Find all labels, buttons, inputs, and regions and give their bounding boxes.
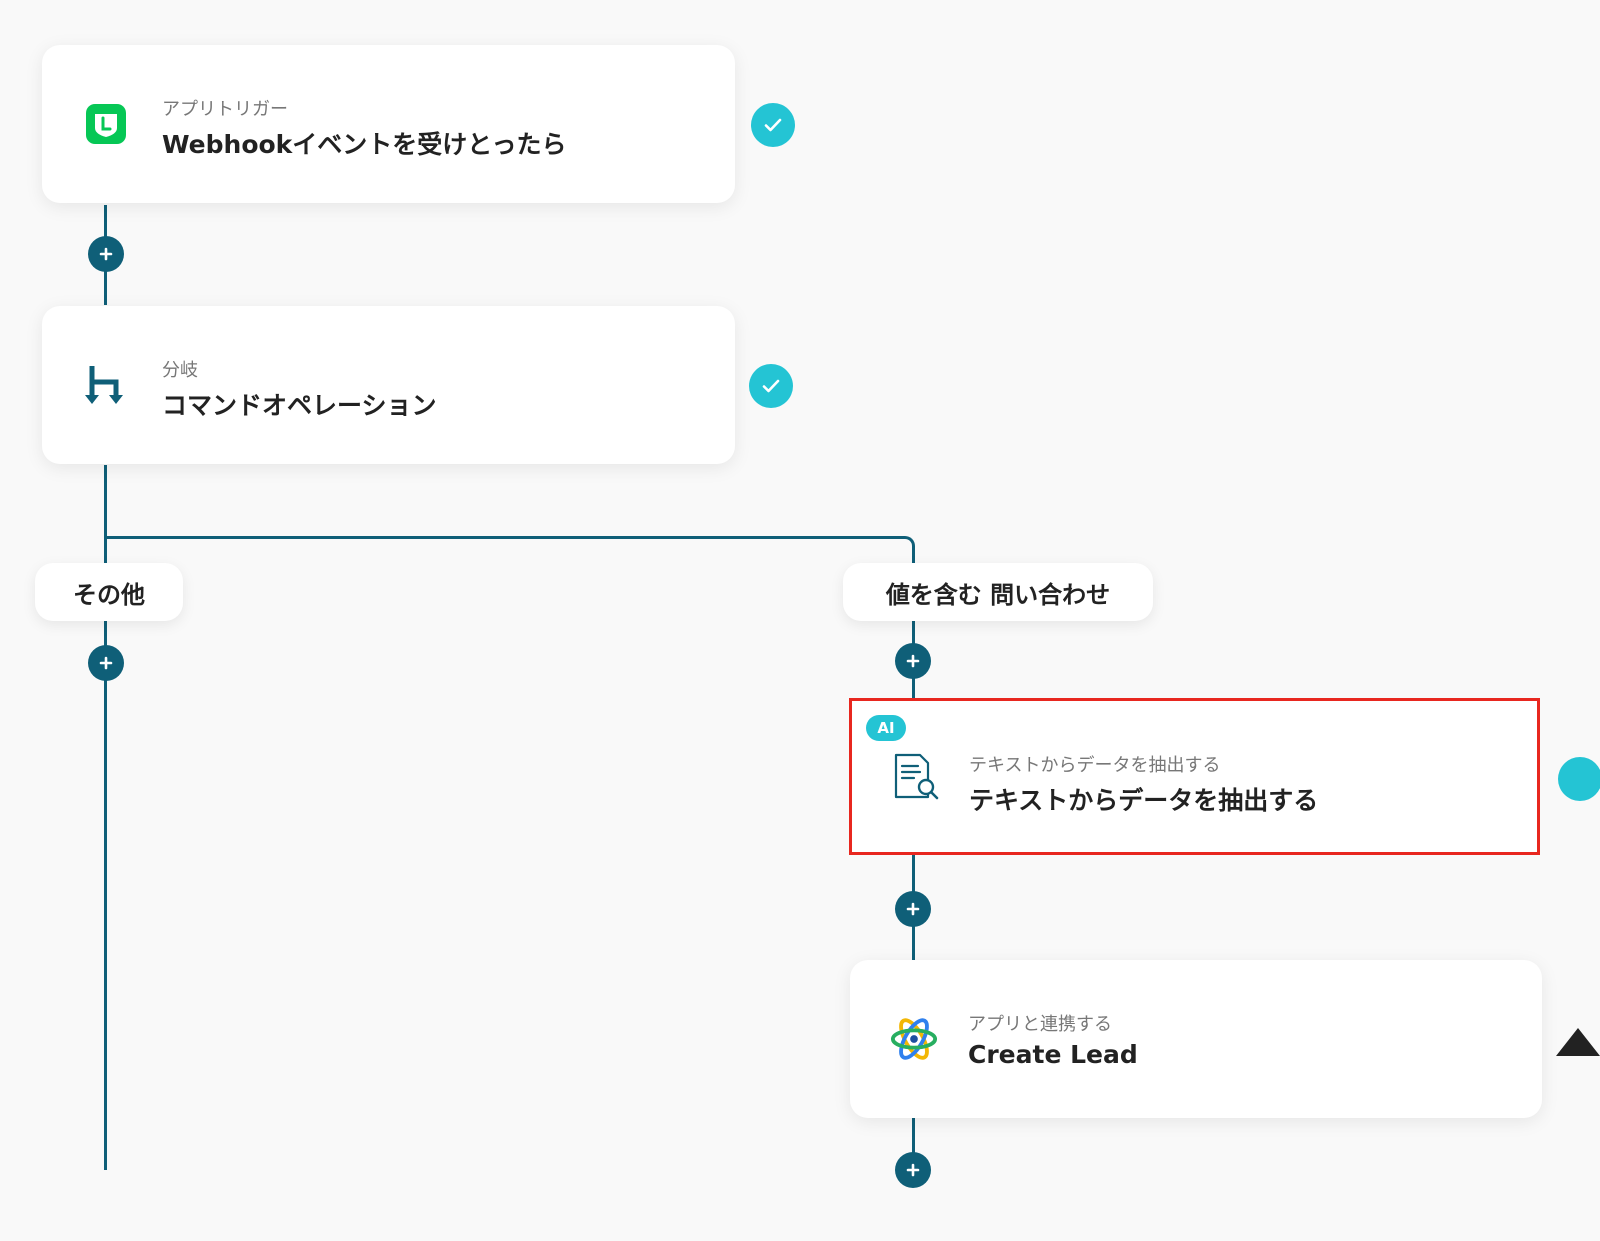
step-title: Webhookイベントを受けとったら (162, 130, 567, 159)
branch-connector-line (104, 536, 904, 539)
step-subtitle: 分岐 (162, 360, 198, 381)
plus-icon (99, 656, 113, 670)
plus-icon (906, 1163, 920, 1177)
status-indicator (1558, 757, 1600, 801)
plus-icon (906, 654, 920, 668)
create-lead-step-card[interactable]: アプリと連携する Create Lead (850, 960, 1542, 1118)
flow-canvas: アプリトリガー Webhookイベントを受けとったら 分岐 コマンドオペレーショ… (0, 0, 1600, 1241)
extract-data-step-card[interactable]: AI テキストからデータを抽出する テキストからデータを抽出する (849, 698, 1540, 855)
add-step-button[interactable] (88, 236, 124, 272)
check-icon (749, 364, 793, 408)
add-step-button[interactable] (895, 643, 931, 679)
check-icon (751, 103, 795, 147)
step-subtitle: アプリトリガー (162, 99, 288, 120)
plus-icon (99, 247, 113, 261)
warning-icon (1556, 1028, 1600, 1056)
plus-icon (906, 902, 920, 916)
add-step-button[interactable] (895, 891, 931, 927)
atom-app-icon (890, 1015, 938, 1063)
step-title: テキストからデータを抽出する (969, 786, 1319, 815)
branch-step-card[interactable]: 分岐 コマンドオペレーション (42, 306, 735, 464)
trigger-step-card[interactable]: アプリトリガー Webhookイベントを受けとったら (42, 45, 735, 203)
add-step-button[interactable] (895, 1152, 931, 1188)
branch-icon (82, 361, 130, 409)
step-subtitle: テキストからデータを抽出する (969, 755, 1221, 776)
step-title: コマンドオペレーション (162, 391, 437, 420)
add-step-button[interactable] (88, 645, 124, 681)
branch-label-other[interactable]: その他 (35, 563, 183, 621)
document-search-icon (892, 753, 940, 801)
step-title: Create Lead (968, 1040, 1138, 1069)
step-subtitle: アプリと連携する (968, 1014, 1112, 1035)
branch-label-contains[interactable]: 値を含む 問い合わせ (843, 563, 1153, 621)
ai-badge: AI (866, 715, 906, 741)
line-app-icon (82, 100, 130, 148)
